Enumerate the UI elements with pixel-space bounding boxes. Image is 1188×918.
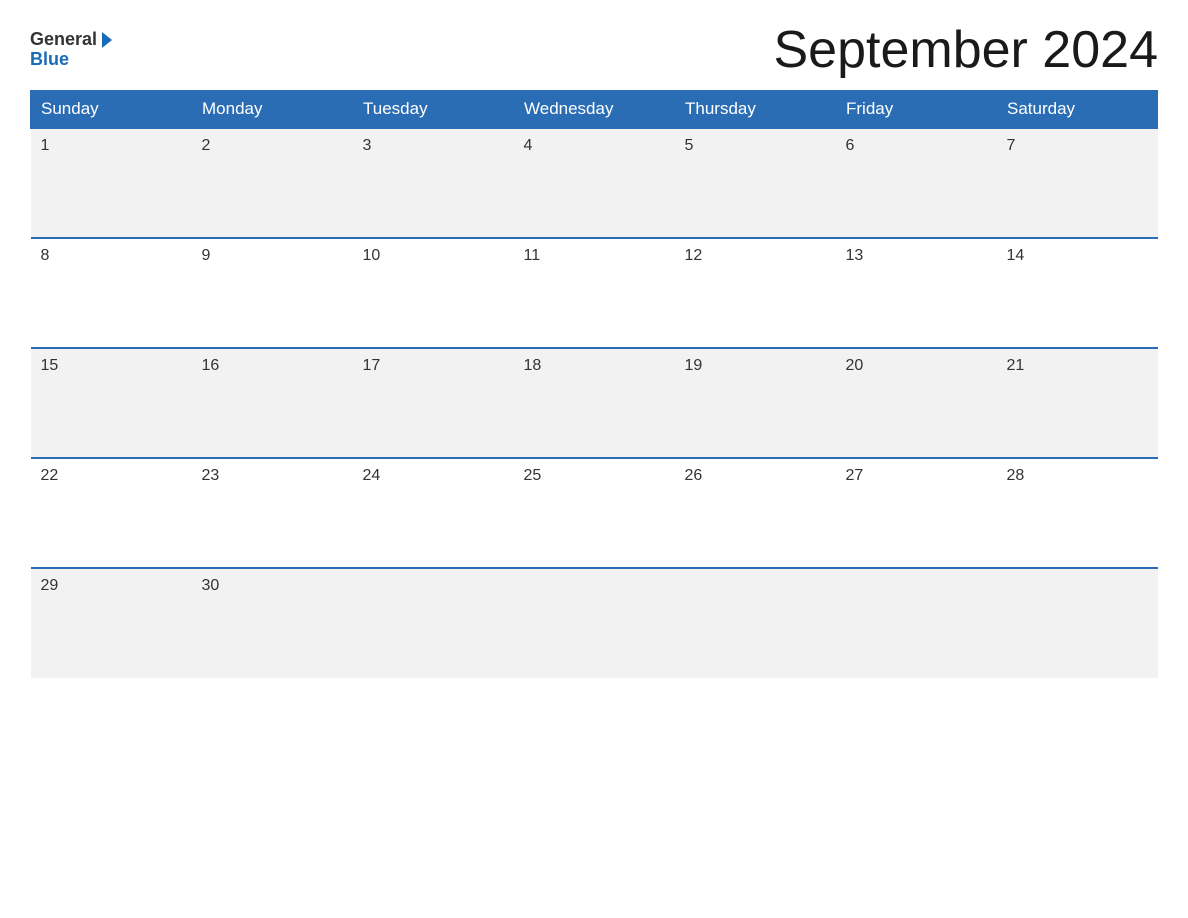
calendar-week-row: 15 16 17 18 19 20 21	[31, 348, 1158, 458]
day-header-monday: Monday	[192, 91, 353, 129]
calendar-week-row: 8 9 10 11 12 13 14	[31, 238, 1158, 348]
calendar-cell: 4	[514, 128, 675, 238]
day-number: 9	[202, 247, 343, 265]
day-number: 28	[1007, 467, 1148, 485]
day-number: 22	[41, 467, 182, 485]
logo-blue-text: Blue	[30, 50, 112, 70]
day-header-wednesday: Wednesday	[514, 91, 675, 129]
calendar-cell: 2	[192, 128, 353, 238]
calendar-cell: 25	[514, 458, 675, 568]
day-number: 8	[41, 247, 182, 265]
calendar-cell: 11	[514, 238, 675, 348]
day-number: 30	[202, 577, 343, 595]
logo: General Blue	[30, 30, 112, 70]
day-number: 10	[363, 247, 504, 265]
day-number: 7	[1007, 137, 1148, 155]
day-header-friday: Friday	[836, 91, 997, 129]
calendar-cell: 7	[997, 128, 1158, 238]
day-number: 4	[524, 137, 665, 155]
day-number: 1	[41, 137, 182, 155]
calendar-cell: 1	[31, 128, 192, 238]
calendar-cell: 10	[353, 238, 514, 348]
calendar-cell: 23	[192, 458, 353, 568]
calendar-cell: 3	[353, 128, 514, 238]
day-header-saturday: Saturday	[997, 91, 1158, 129]
calendar-week-row: 29 30	[31, 568, 1158, 678]
calendar-cell	[353, 568, 514, 678]
calendar-cell: 6	[836, 128, 997, 238]
header: General Blue September 2024	[30, 20, 1158, 80]
calendar-week-row: 22 23 24 25 26 27 28	[31, 458, 1158, 568]
calendar-header-row: SundayMondayTuesdayWednesdayThursdayFrid…	[31, 91, 1158, 129]
calendar-cell: 12	[675, 238, 836, 348]
day-number: 27	[846, 467, 987, 485]
calendar-cell	[514, 568, 675, 678]
calendar-cell: 27	[836, 458, 997, 568]
day-number: 2	[202, 137, 343, 155]
calendar-table: SundayMondayTuesdayWednesdayThursdayFrid…	[30, 90, 1158, 678]
day-number: 15	[41, 357, 182, 375]
day-number: 3	[363, 137, 504, 155]
day-header-tuesday: Tuesday	[353, 91, 514, 129]
day-number: 6	[846, 137, 987, 155]
day-number: 25	[524, 467, 665, 485]
calendar-cell: 28	[997, 458, 1158, 568]
calendar-cell: 18	[514, 348, 675, 458]
logo-arrow-icon	[102, 32, 112, 48]
calendar-cell: 13	[836, 238, 997, 348]
day-number: 18	[524, 357, 665, 375]
day-number: 23	[202, 467, 343, 485]
calendar-cell	[836, 568, 997, 678]
calendar-cell: 16	[192, 348, 353, 458]
calendar-cell: 20	[836, 348, 997, 458]
calendar-cell: 8	[31, 238, 192, 348]
day-number: 11	[524, 247, 665, 265]
day-number: 14	[1007, 247, 1148, 265]
day-number: 21	[1007, 357, 1148, 375]
day-number: 17	[363, 357, 504, 375]
calendar-cell	[997, 568, 1158, 678]
calendar-week-row: 1 2 3 4 5 6 7	[31, 128, 1158, 238]
day-number: 12	[685, 247, 826, 265]
calendar-cell: 21	[997, 348, 1158, 458]
calendar-cell: 19	[675, 348, 836, 458]
day-number: 20	[846, 357, 987, 375]
day-number: 5	[685, 137, 826, 155]
month-title: September 2024	[774, 20, 1159, 80]
calendar-cell: 22	[31, 458, 192, 568]
day-number: 26	[685, 467, 826, 485]
calendar-cell: 26	[675, 458, 836, 568]
calendar-cell: 5	[675, 128, 836, 238]
calendar-cell: 24	[353, 458, 514, 568]
day-number: 24	[363, 467, 504, 485]
day-header-sunday: Sunday	[31, 91, 192, 129]
calendar-cell	[675, 568, 836, 678]
calendar-cell: 30	[192, 568, 353, 678]
logo-general-text: General	[30, 30, 97, 50]
calendar-cell: 14	[997, 238, 1158, 348]
day-number: 19	[685, 357, 826, 375]
day-number: 13	[846, 247, 987, 265]
day-header-thursday: Thursday	[675, 91, 836, 129]
calendar-cell: 15	[31, 348, 192, 458]
day-number: 29	[41, 577, 182, 595]
calendar-cell: 29	[31, 568, 192, 678]
day-number: 16	[202, 357, 343, 375]
calendar-cell: 17	[353, 348, 514, 458]
calendar-cell: 9	[192, 238, 353, 348]
